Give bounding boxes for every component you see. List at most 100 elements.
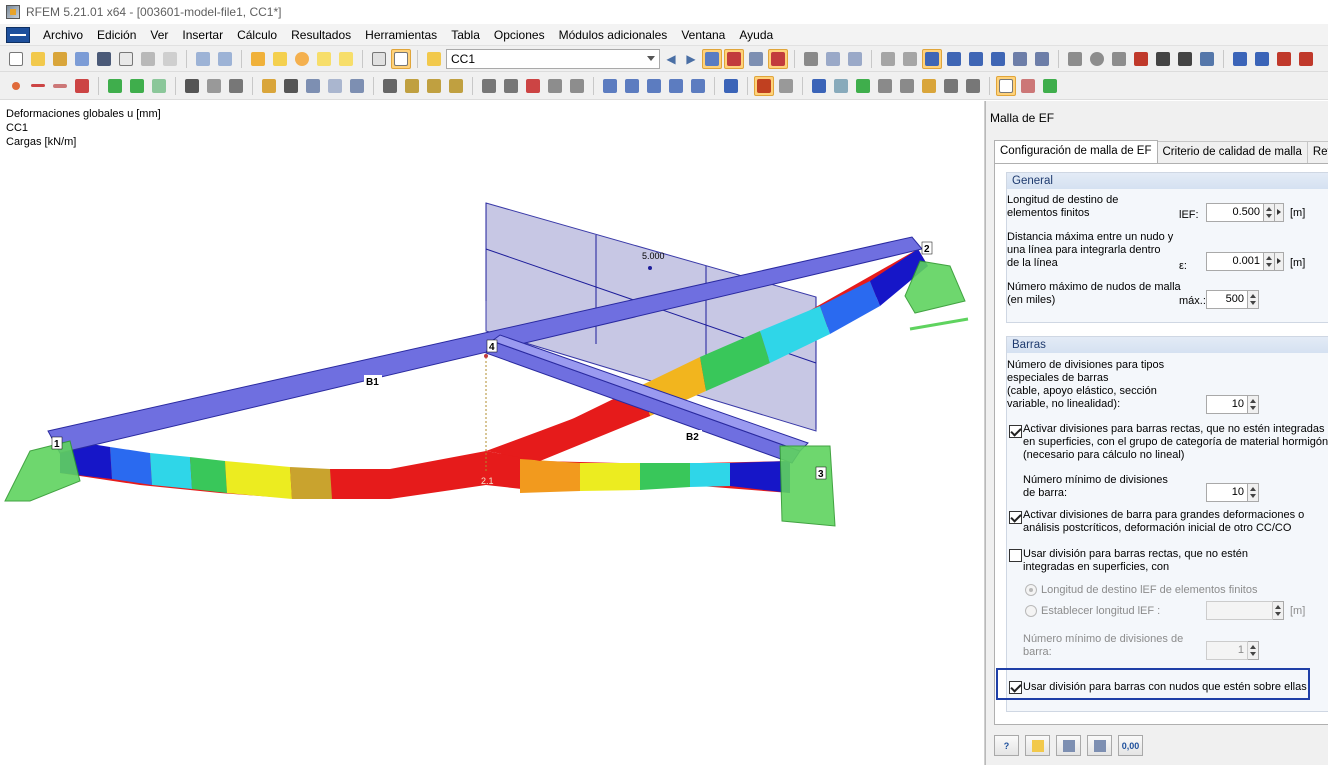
save-button[interactable] [94, 49, 114, 69]
panel2-button[interactable] [996, 75, 1016, 96]
grid4-button[interactable] [919, 76, 939, 96]
help-button[interactable]: ? [994, 735, 1019, 756]
axis-z-button[interactable] [644, 76, 664, 96]
target-button[interactable] [292, 49, 312, 69]
panel-button[interactable] [391, 48, 411, 69]
spin-arrows-icon[interactable] [1248, 290, 1259, 309]
view3d2-tool-button[interactable] [567, 76, 587, 96]
tool-d-button[interactable] [878, 49, 898, 69]
rfem-logo-icon[interactable] [6, 26, 30, 43]
tool-v-button[interactable] [1296, 49, 1316, 69]
member-tool-button[interactable] [50, 76, 70, 96]
menu-ayuda[interactable]: Ayuda [732, 28, 780, 42]
spin-arrows-icon[interactable] [1248, 641, 1259, 660]
tool-c-button[interactable] [845, 49, 865, 69]
tool-t-button[interactable] [1252, 49, 1272, 69]
menu-edicion[interactable]: Edición [90, 28, 143, 42]
tool-p-button[interactable] [1153, 49, 1173, 69]
max-nodes-field[interactable]: 500 [1206, 290, 1259, 309]
radio-set-length[interactable] [1025, 605, 1037, 617]
ground-button[interactable] [941, 76, 961, 96]
grid2-tool-button[interactable] [424, 76, 444, 96]
support-node-3[interactable] [779, 445, 836, 527]
select-button[interactable] [754, 75, 774, 96]
print-button[interactable] [138, 49, 158, 69]
result-values-button[interactable] [768, 48, 788, 69]
cube2-tool-button[interactable] [325, 76, 345, 96]
section-button[interactable] [809, 76, 829, 96]
radio-target-length[interactable] [1025, 584, 1037, 596]
new-file-button[interactable] [6, 49, 26, 69]
menu-opciones[interactable]: Opciones [487, 28, 552, 42]
menu-calculo[interactable]: Cálculo [230, 28, 284, 42]
menu-ver[interactable]: Ver [143, 28, 175, 42]
tool-a-button[interactable] [801, 49, 821, 69]
view-tool-button[interactable] [479, 76, 499, 96]
more-arrow-icon[interactable] [1275, 252, 1284, 271]
tool-s-button[interactable] [1230, 49, 1250, 69]
cube-button[interactable] [72, 49, 92, 69]
wand-button[interactable] [1018, 76, 1038, 96]
min-divisions2-field[interactable]: 1 [1206, 641, 1259, 660]
previous-load-case-button[interactable]: ◀ [662, 52, 680, 66]
axis-neg-y-button[interactable] [666, 76, 686, 96]
load-case-icon-button[interactable] [424, 49, 444, 69]
surface-tool-button[interactable] [149, 76, 169, 96]
node-tool-button[interactable] [6, 76, 26, 96]
use-division-straight-checkbox[interactable] [1009, 549, 1022, 562]
tool-f-button[interactable] [922, 48, 942, 69]
undo-button[interactable] [193, 49, 213, 69]
tool-m-button[interactable] [1087, 49, 1107, 69]
report-button[interactable] [116, 49, 136, 69]
support-node-1[interactable] [4, 440, 81, 502]
tool-l-button[interactable] [1065, 49, 1085, 69]
export-button[interactable] [1087, 735, 1112, 756]
redo-button[interactable] [215, 49, 235, 69]
menu-herramientas[interactable]: Herramientas [358, 28, 444, 42]
table-button[interactable] [369, 49, 389, 69]
menu-insertar[interactable]: Insertar [175, 28, 230, 42]
target-length-value[interactable]: 0.500 [1206, 203, 1264, 222]
tool-h-button[interactable] [966, 49, 986, 69]
results-button[interactable] [702, 48, 722, 69]
min-divisions-field[interactable]: 10 [1206, 483, 1259, 502]
tool-o-button[interactable] [1131, 49, 1151, 69]
menu-tabla[interactable]: Tabla [444, 28, 487, 42]
dim-tool-button[interactable] [204, 76, 224, 96]
min-divisions2-value[interactable]: 1 [1206, 641, 1248, 660]
solid-tool-button[interactable] [259, 76, 279, 96]
spin-arrows-icon[interactable] [1264, 203, 1275, 222]
edit-button[interactable] [1025, 735, 1050, 756]
special-members-value[interactable]: 10 [1206, 395, 1248, 414]
target-length-field[interactable]: 0.500 [1206, 203, 1284, 222]
edit-button[interactable] [248, 49, 268, 69]
axis-y-button[interactable] [622, 76, 642, 96]
grid-tool-button[interactable] [402, 76, 422, 96]
set-length-field[interactable] [1206, 601, 1284, 620]
values-button[interactable] [724, 48, 744, 69]
model-viewport[interactable]: Deformaciones globales u [mm] CC1 Cargas… [0, 101, 985, 765]
special-members-field[interactable]: 10 [1206, 395, 1259, 414]
spin-arrows-icon[interactable] [1273, 601, 1284, 620]
view3d-tool-button[interactable] [545, 76, 565, 96]
max-distance-field[interactable]: 0.001 [1206, 252, 1284, 271]
frame-tool-button[interactable] [226, 76, 246, 96]
tool-k-button[interactable] [1032, 49, 1052, 69]
cube-tool-button[interactable] [303, 76, 323, 96]
folder2-button[interactable] [336, 49, 356, 69]
model-scene[interactable]: 5.000 1 2 3 4 B1 B2 2.1 [0, 101, 985, 765]
tool-j-button[interactable] [1010, 49, 1030, 69]
grid3-tool-button[interactable] [446, 76, 466, 96]
load-tool-button[interactable] [105, 76, 125, 96]
menu-modulos[interactable]: Módulos adicionales [552, 28, 675, 42]
max-nodes-value[interactable]: 500 [1206, 290, 1248, 309]
tool-n-button[interactable] [1109, 49, 1129, 69]
tool-q-button[interactable] [1175, 49, 1195, 69]
max-distance-value[interactable]: 0.001 [1206, 252, 1264, 271]
more-arrow-icon[interactable] [1275, 203, 1284, 222]
import-button[interactable] [1056, 735, 1081, 756]
tool-r-button[interactable] [1197, 49, 1217, 69]
support-tool-button[interactable] [72, 76, 92, 96]
menu-resultados[interactable]: Resultados [284, 28, 358, 42]
tool-e-button[interactable] [900, 49, 920, 69]
